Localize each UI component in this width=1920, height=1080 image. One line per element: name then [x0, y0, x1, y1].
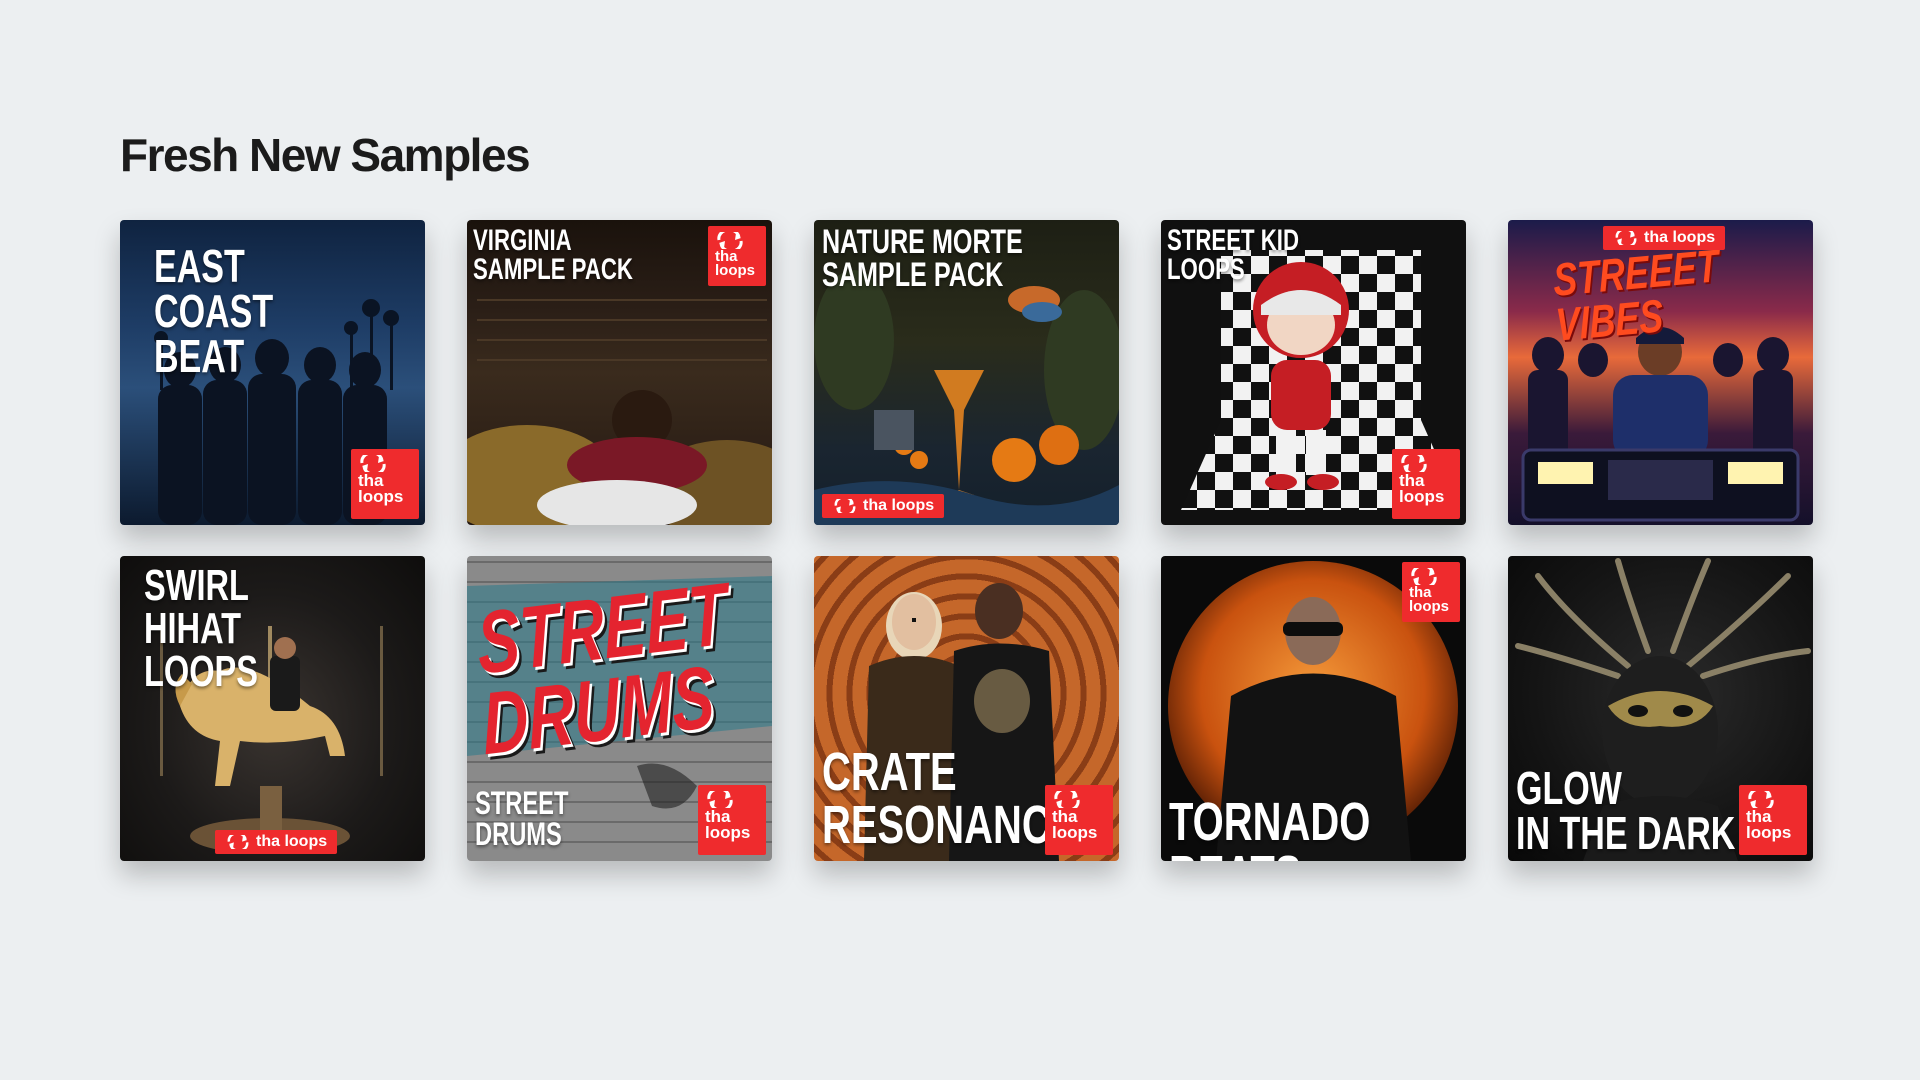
graffiti-text: STREET DRUMS — [474, 563, 730, 774]
pack-title: VIRGINIA SAMPLE PACK — [473, 224, 633, 287]
sample-pack-grid: EAST COAST BEAT tha loops VIRGINIA SAMPL… — [120, 220, 1813, 861]
tha-loops-badge: tha loops — [708, 226, 766, 286]
sample-pack-card-virginia-sample-pack[interactable]: VIRGINIA SAMPLE PACK tha loops — [467, 220, 772, 525]
pack-title: STREEET VIBES — [1551, 239, 1720, 351]
tha-loops-badge: tha loops — [822, 494, 945, 518]
badge-text: tha loops — [863, 497, 935, 514]
badge-line-2: loops — [1409, 598, 1449, 616]
badge-line-2: loops — [1399, 487, 1445, 507]
tha-loops-badge: tha loops — [215, 830, 338, 854]
tha-loops-badge: tha loops — [1603, 226, 1726, 250]
sample-pack-card-nature-morte-sample-pack[interactable]: NATURE MORTE SAMPLE PACK tha loops — [814, 220, 1119, 525]
badge-line-2: loops — [715, 262, 755, 280]
badge-line-2: loops — [1052, 823, 1098, 843]
tha-loops-badge: tha loops — [1739, 785, 1807, 855]
tha-loops-badge: tha loops — [1045, 785, 1113, 855]
tha-loops-badge: tha loops — [1392, 449, 1460, 519]
badge-text: tha loops — [1644, 229, 1716, 246]
tha-loops-badge: tha loops — [698, 785, 766, 855]
pack-title: STREET DRUMS — [475, 785, 569, 853]
tha-loops-badge: tha loops — [351, 449, 419, 519]
pack-title: EAST COAST BEAT — [154, 240, 274, 383]
badge-line-2: loops — [358, 487, 404, 507]
pack-title: SWIRL HIHAT LOOPS — [144, 561, 258, 697]
loop-arrows-icon — [834, 499, 856, 513]
pack-title: CRATE RESONANCE — [822, 742, 1078, 855]
sample-pack-card-street-drums[interactable]: STREET DRUMS STREET DRUMS tha loops — [467, 556, 772, 861]
badge-line-2: loops — [1746, 823, 1792, 843]
loop-arrows-icon — [360, 455, 386, 472]
loop-arrows-icon — [1411, 568, 1437, 585]
pack-title: STREET KID LOOPS — [1167, 224, 1299, 287]
pack-title: TORNADO BEATS — [1169, 792, 1371, 861]
sample-pack-card-tornado-beats[interactable]: TORNADO BEATS tha loops — [1161, 556, 1466, 861]
sample-pack-card-streeet-vibes[interactable]: STREEET VIBES tha loops — [1508, 220, 1813, 525]
loop-arrows-icon — [227, 835, 249, 849]
badge-text: tha loops — [256, 833, 328, 850]
loop-arrows-icon — [717, 232, 743, 249]
loop-arrows-icon — [1615, 231, 1637, 245]
sample-pack-card-crate-resonance[interactable]: CRATE RESONANCE tha loops — [814, 556, 1119, 861]
sample-pack-card-glow-in-the-dark[interactable]: GLOW IN THE DARK tha loops — [1508, 556, 1813, 861]
loop-arrows-icon — [1401, 455, 1427, 472]
sample-pack-card-swirl-hihat-loops[interactable]: SWIRL HIHAT LOOPS tha loops — [120, 556, 425, 861]
page: Fresh New Samples EAST COAST BEAT tha lo… — [0, 0, 1920, 1080]
loop-arrows-icon — [1054, 791, 1080, 808]
section-title: Fresh New Samples — [120, 129, 531, 181]
sample-pack-card-east-coast-beat[interactable]: EAST COAST BEAT tha loops — [120, 220, 425, 525]
loop-arrows-icon — [707, 791, 733, 808]
loop-arrows-icon — [1748, 791, 1774, 808]
tha-loops-badge: tha loops — [1402, 562, 1460, 622]
pack-title: GLOW IN THE DARK — [1516, 762, 1736, 860]
badge-line-2: loops — [705, 823, 751, 843]
sample-pack-card-street-kid-loops[interactable]: STREET KID LOOPS tha loops — [1161, 220, 1466, 525]
pack-title: NATURE MORTE SAMPLE PACK — [822, 223, 1023, 295]
